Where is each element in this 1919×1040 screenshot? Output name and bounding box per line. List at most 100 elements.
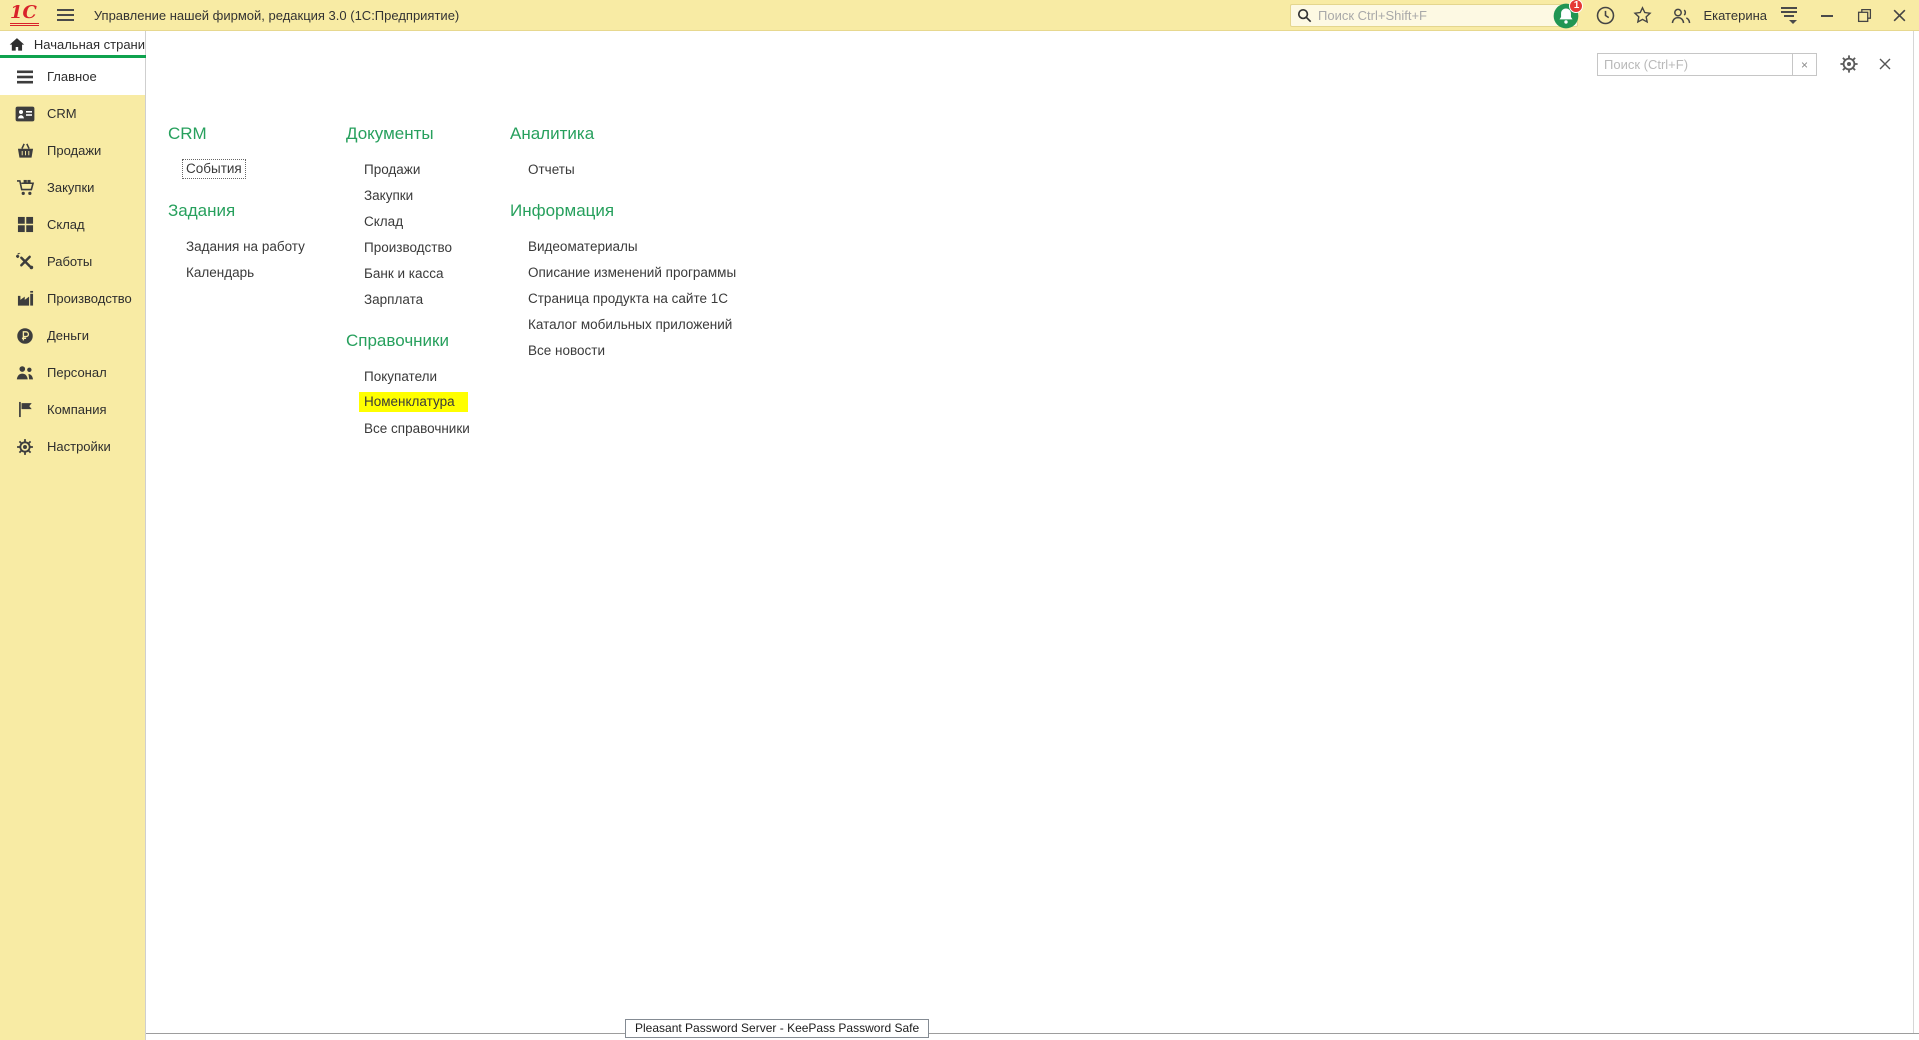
ruble-icon: [15, 326, 35, 346]
menu-item-link[interactable]: Производство: [364, 240, 452, 255]
menu-item: Номенклатура: [346, 389, 510, 415]
sidebar-item[interactable]: Настройки: [0, 428, 145, 465]
content-right-border: [1913, 31, 1914, 1033]
menu-icon: [15, 67, 35, 87]
sidebar-item[interactable]: CRM: [0, 95, 145, 132]
menu-section-header[interactable]: Задания: [168, 201, 346, 223]
menu-section: Информация Видеоматериалы Описание изменен…: [510, 201, 736, 363]
global-search[interactable]: [1290, 4, 1578, 27]
sidebar-item-label: Склад: [47, 217, 85, 232]
menu-item: Каталог мобильных приложений: [510, 311, 736, 337]
menu-item: Задания на работу: [168, 233, 346, 259]
menu-item-link[interactable]: Каталог мобильных приложений: [528, 317, 732, 332]
history-icon[interactable]: [1595, 5, 1616, 26]
restore-button[interactable]: [1857, 8, 1872, 23]
window-bottom-border: [146, 1033, 1919, 1034]
menu-item: Зарплата: [346, 286, 510, 312]
menu-item: Отчеты: [510, 156, 736, 182]
menu-item-link[interactable]: Покупатели: [364, 369, 437, 384]
tab-label: Начальная страни: [34, 37, 145, 52]
menu-item: Описание изменений программы: [510, 259, 736, 285]
menu-section: Аналитика Отчеты: [510, 124, 736, 182]
home-icon: [9, 37, 25, 52]
sidebar-item[interactable]: Компания: [0, 391, 145, 428]
menu-section-header[interactable]: Информация: [510, 201, 736, 223]
tab-home-page[interactable]: Начальная страни: [0, 31, 146, 58]
global-search-input[interactable]: [1318, 8, 1571, 23]
menu-item-link[interactable]: Календарь: [186, 265, 254, 280]
menu-column: Аналитика Отчеты Информация Видеоматериалы О…: [510, 124, 736, 460]
sidebar-item[interactable]: Закупки: [0, 169, 145, 206]
menu-item-link[interactable]: Описание изменений программы: [528, 265, 736, 280]
menu-item: Продажи: [346, 156, 510, 182]
menu-section: Задания Задания на работу Календарь: [168, 201, 346, 285]
search-clear-button[interactable]: ×: [1793, 53, 1817, 76]
menu-item-link[interactable]: Все новости: [528, 343, 605, 358]
close-button[interactable]: [1892, 8, 1907, 23]
menu-item: Календарь: [168, 259, 346, 285]
menu-section-header[interactable]: Справочники: [346, 331, 510, 353]
menu-item-link[interactable]: Зарплата: [364, 292, 423, 307]
menu-item-link[interactable]: Продажи: [364, 162, 420, 177]
sidebar-item-label: CRM: [47, 106, 77, 121]
sidebar-item[interactable]: Персонал: [0, 354, 145, 391]
sidebar-item[interactable]: Склад: [0, 206, 145, 243]
sidebar-item[interactable]: Производство: [0, 280, 145, 317]
sidebar-item-label: Закупки: [47, 180, 94, 195]
search-icon: [1297, 8, 1312, 23]
sidebar-item-label: Настройки: [47, 439, 111, 454]
sidebar-item[interactable]: Продажи: [0, 132, 145, 169]
sidebar-item-label: Работы: [47, 254, 92, 269]
sidebar-item-label: Персонал: [47, 365, 107, 380]
main-menu-icon[interactable]: [57, 9, 74, 21]
menu-item-link[interactable]: Страница продукта на сайте 1С: [528, 291, 728, 306]
menu-section: Документы Продажи Закупки Склад Производство…: [346, 124, 510, 312]
menu-item: Страница продукта на сайте 1С: [510, 285, 736, 311]
menu-item-link[interactable]: Закупки: [364, 188, 413, 203]
sidebar: Главное CRM Продажи Закупки Склад Работы Произ…: [0, 58, 146, 1040]
cart-icon: [15, 178, 35, 198]
discussions-people-icon[interactable]: [1669, 6, 1693, 26]
menu-section: CRM События: [168, 124, 346, 182]
warehouse-icon: [15, 215, 35, 235]
menu-section-header[interactable]: Документы: [346, 124, 510, 146]
crm-card-icon: [15, 104, 35, 124]
sidebar-item-label: Продажи: [47, 143, 101, 158]
sidebar-item-label: Деньги: [47, 328, 89, 343]
favorites-star-icon[interactable]: [1632, 5, 1653, 26]
tools-icon: [15, 252, 35, 272]
menu-item: Все новости: [510, 337, 736, 363]
menu-section-header[interactable]: CRM: [168, 124, 346, 146]
current-user[interactable]: Екатерина: [1703, 8, 1767, 23]
window-title: Управление нашей фирмой, редакция 3.0 (1…: [94, 8, 459, 23]
menu-item-link[interactable]: Все справочники: [364, 421, 470, 436]
gear-icon: [15, 437, 35, 457]
command-menu: CRM События Задания Задания на работу Календ…: [168, 124, 736, 460]
menu-item-link[interactable]: Склад: [364, 214, 403, 229]
form-close-icon[interactable]: [1876, 55, 1894, 73]
menu-item: Закупки: [346, 182, 510, 208]
menu-item-link[interactable]: Отчеты: [528, 162, 575, 177]
settings-gear-icon[interactable]: [1838, 53, 1860, 75]
factory-icon: [15, 289, 35, 309]
taskbar-tooltip: Pleasant Password Server - KeePass Passw…: [625, 1019, 929, 1038]
menu-item-link[interactable]: Видеоматериалы: [528, 239, 638, 254]
menu-section: Справочники Покупатели Номенклатура Все спр…: [346, 331, 510, 441]
minimize-button[interactable]: [1821, 15, 1833, 17]
people-icon: [15, 363, 35, 383]
sidebar-item[interactable]: Главное: [0, 58, 145, 95]
sidebar-item[interactable]: Работы: [0, 243, 145, 280]
menu-item: Производство: [346, 234, 510, 260]
menu-item-link[interactable]: Задания на работу: [186, 239, 305, 254]
menu-item-link[interactable]: Номенклатура: [359, 392, 468, 412]
sidebar-item[interactable]: Деньги: [0, 317, 145, 354]
menu-section-header[interactable]: Аналитика: [510, 124, 736, 146]
titlebar-icons: 1 Екатерина: [1553, 0, 1907, 31]
local-search-input[interactable]: [1597, 53, 1793, 76]
1c-logo: 1С: [10, 4, 39, 26]
functions-menu-icon[interactable]: [1781, 7, 1797, 23]
menu-item-link[interactable]: События: [182, 159, 246, 179]
menu-item-link[interactable]: Банк и касса: [364, 266, 444, 281]
notifications-icon[interactable]: 1: [1553, 3, 1579, 29]
notification-badge: 1: [1569, 0, 1583, 13]
